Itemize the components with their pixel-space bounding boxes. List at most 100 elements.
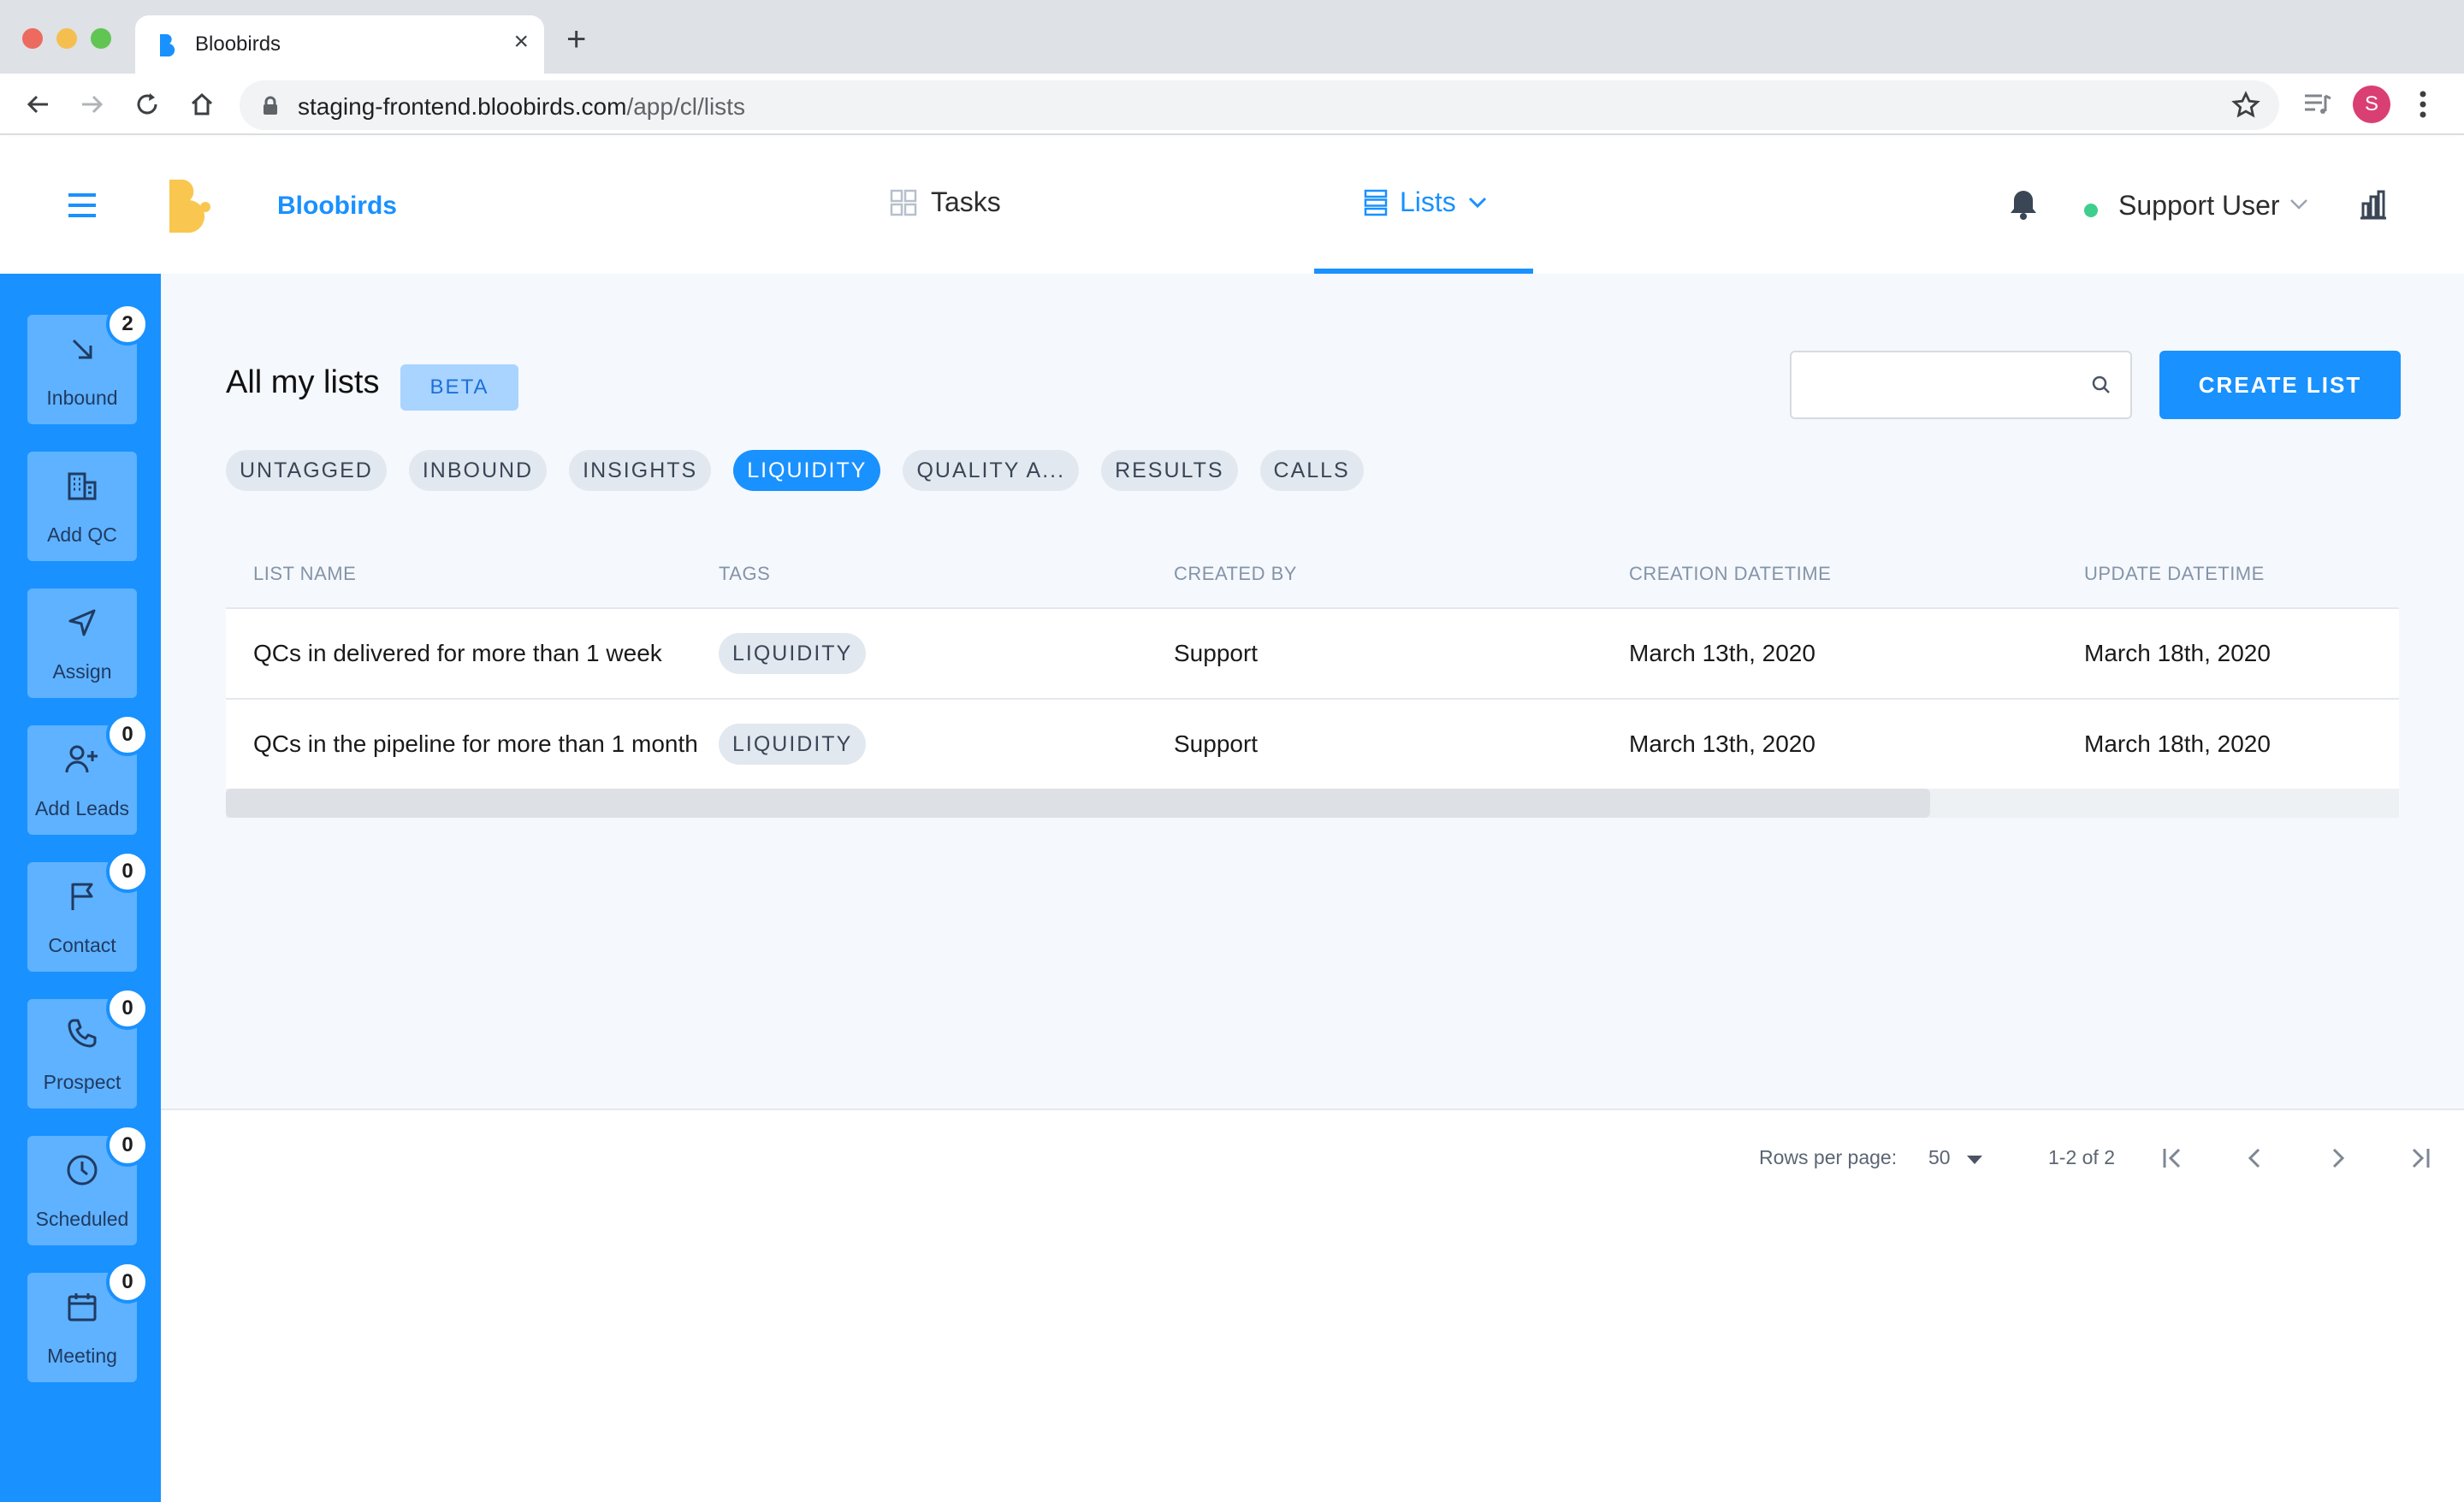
window-maximize-button[interactable] [91, 28, 111, 49]
window-minimize-button[interactable] [56, 28, 77, 49]
first-page-button[interactable] [2156, 1141, 2190, 1175]
scrollbar-thumb[interactable] [226, 789, 1930, 818]
sidebar-item-label: Prospect [43, 1071, 121, 1093]
forward-icon[interactable] [77, 89, 108, 120]
horizontal-scrollbar[interactable] [226, 789, 2399, 818]
brand-name[interactable]: Bloobirds [277, 192, 397, 221]
reload-icon[interactable] [132, 89, 163, 120]
sidebar-item-label: Add QC [47, 523, 117, 546]
sidebar-item-label: Contact [48, 934, 116, 956]
filter-chip-results[interactable]: RESULTS [1101, 450, 1238, 491]
creation-date-cell: March 13th, 2020 [1629, 730, 1815, 757]
lock-icon [264, 96, 277, 115]
filter-chip-insights[interactable]: INSIGHTS [569, 450, 712, 491]
created-by-cell: Support [1174, 730, 1259, 757]
app-header: Bloobirds Tasks Lists Support User [0, 137, 2464, 274]
lists-table: LIST NAME TAGS CREATED BY CREATION DATET… [226, 535, 2399, 818]
filter-chip-liquidity[interactable]: LIQUIDITY [733, 450, 881, 491]
browser-profile-avatar[interactable]: S [2353, 86, 2390, 123]
created-by-cell: Support [1174, 640, 1259, 666]
sidebar-item-add-qc[interactable]: Add QC [27, 452, 137, 561]
count-badge: 0 [106, 987, 149, 1030]
column-header-list-name[interactable]: LIST NAME [253, 563, 356, 585]
count-badge: 0 [106, 713, 149, 756]
count-badge: 0 [106, 850, 149, 893]
new-tab-button[interactable]: + [566, 22, 586, 56]
filter-chip-untagged[interactable]: UNTAGGED [226, 450, 387, 491]
column-header-creation-datetime[interactable]: CREATION DATETIME [1629, 563, 1831, 585]
sidebar-item-prospect[interactable]: Prospect 0 [27, 987, 149, 1109]
list-icon [1364, 189, 1388, 216]
browser-toolbar: staging-frontend.bloobirds.com/app/cl/li… [0, 74, 2464, 135]
hamburger-menu-icon[interactable] [67, 192, 98, 219]
grid-icon [890, 189, 917, 216]
main-content: All my lists BETA CREATE LIST UNTAGGED I… [161, 274, 2464, 1109]
chevron-left-icon [2248, 1148, 2260, 1168]
table-row[interactable]: QCs in the pipeline for more than 1 mont… [226, 698, 2399, 789]
sidebar-item-inbound[interactable]: Inbound 2 [27, 303, 149, 424]
chevron-down-icon [1468, 197, 1486, 208]
tab-title: Bloobirds [195, 33, 281, 56]
media-queue-icon[interactable] [2303, 91, 2332, 118]
table-header: LIST NAME TAGS CREATED BY CREATION DATET… [226, 535, 2399, 607]
sidebar-item-meeting[interactable]: Meeting 0 [27, 1261, 149, 1382]
sidebar-item-label: Assign [52, 660, 112, 683]
sidebar-item-label: Scheduled [35, 1208, 129, 1230]
filter-chip-quality[interactable]: QUALITY A... [903, 450, 1080, 491]
next-page-button[interactable] [2320, 1141, 2354, 1175]
caret-down-icon[interactable] [1966, 1155, 1983, 1165]
sidebar-item-label: Add Leads [35, 797, 129, 819]
sidebar-item-contact[interactable]: Contact 0 [27, 850, 149, 972]
sidebar: Inbound 2 Add QC Assign Add Leads 0 Cont… [0, 274, 161, 1502]
count-badge: 0 [106, 1261, 149, 1304]
bookmark-star-icon[interactable] [2231, 91, 2260, 120]
bloobirds-logo[interactable] [168, 178, 214, 234]
column-header-tags[interactable]: TAGS [719, 563, 770, 585]
list-name-cell[interactable]: QCs in delivered for more than 1 week [253, 640, 662, 667]
arrow-down-right-icon [65, 332, 99, 366]
nav-tasks[interactable]: Tasks [890, 186, 1001, 218]
tab-close-icon[interactable]: × [513, 29, 529, 55]
create-list-button[interactable]: CREATE LIST [2159, 351, 2401, 419]
update-date-cell: March 18th, 2020 [2084, 640, 2271, 666]
sidebar-item-assign[interactable]: Assign [27, 588, 137, 698]
previous-page-button[interactable] [2238, 1141, 2272, 1175]
url-text: staging-frontend.bloobirds.com/app/cl/li… [298, 93, 745, 120]
search-input[interactable] [1790, 351, 2132, 419]
update-date-cell: March 18th, 2020 [2084, 730, 2271, 757]
flag-icon [65, 879, 99, 914]
filter-chip-calls[interactable]: CALLS [1259, 450, 1364, 491]
home-icon[interactable] [187, 89, 217, 120]
column-header-update-datetime[interactable]: UPDATE DATETIME [2084, 563, 2265, 585]
creation-date-cell: March 13th, 2020 [1629, 640, 1815, 666]
nav-lists[interactable]: Lists [1314, 137, 1533, 274]
column-header-created-by[interactable]: CREATED BY [1174, 563, 1297, 585]
tag-chip: LIQUIDITY [719, 633, 867, 674]
bloobirds-favicon-icon [160, 34, 175, 57]
back-icon[interactable] [22, 89, 53, 120]
rows-per-page-label: Rows per page: [1759, 1146, 1898, 1168]
sidebar-item-scheduled[interactable]: Scheduled 0 [27, 1124, 149, 1245]
phone-icon [65, 1016, 99, 1050]
bar-chart-icon[interactable] [2358, 190, 2389, 221]
window-close-button[interactable] [22, 28, 43, 49]
count-badge: 0 [106, 1124, 149, 1167]
page-range-text: 1-2 of 2 [2048, 1146, 2115, 1168]
user-chevron-down-icon[interactable] [2289, 198, 2308, 210]
last-page-button[interactable] [2402, 1141, 2437, 1175]
search-icon[interactable] [2091, 375, 2112, 395]
sidebar-item-add-leads[interactable]: Add Leads 0 [27, 713, 149, 835]
pagination-bar: Rows per page: 50 1-2 of 2 [161, 1109, 2464, 1502]
address-bar[interactable]: staging-frontend.bloobirds.com/app/cl/li… [240, 80, 2279, 130]
browser-menu-icon[interactable] [2418, 89, 2428, 120]
list-name-cell[interactable]: QCs in the pipeline for more than 1 mont… [253, 730, 698, 758]
filter-chip-inbound[interactable]: INBOUND [408, 450, 548, 491]
notifications-bell-icon[interactable] [2009, 188, 2038, 221]
tag-filter-bar: UNTAGGED INBOUND INSIGHTS LIQUIDITY QUAL… [226, 450, 1364, 491]
rows-per-page-select[interactable]: 50 [1928, 1146, 1951, 1169]
browser-tab[interactable]: Bloobirds × [135, 15, 544, 74]
user-menu[interactable]: Support User [2118, 190, 2280, 222]
table-row[interactable]: QCs in delivered for more than 1 week LI… [226, 607, 2399, 698]
nav-lists-label: Lists [1400, 186, 1456, 217]
chevron-right-icon [2332, 1148, 2345, 1168]
